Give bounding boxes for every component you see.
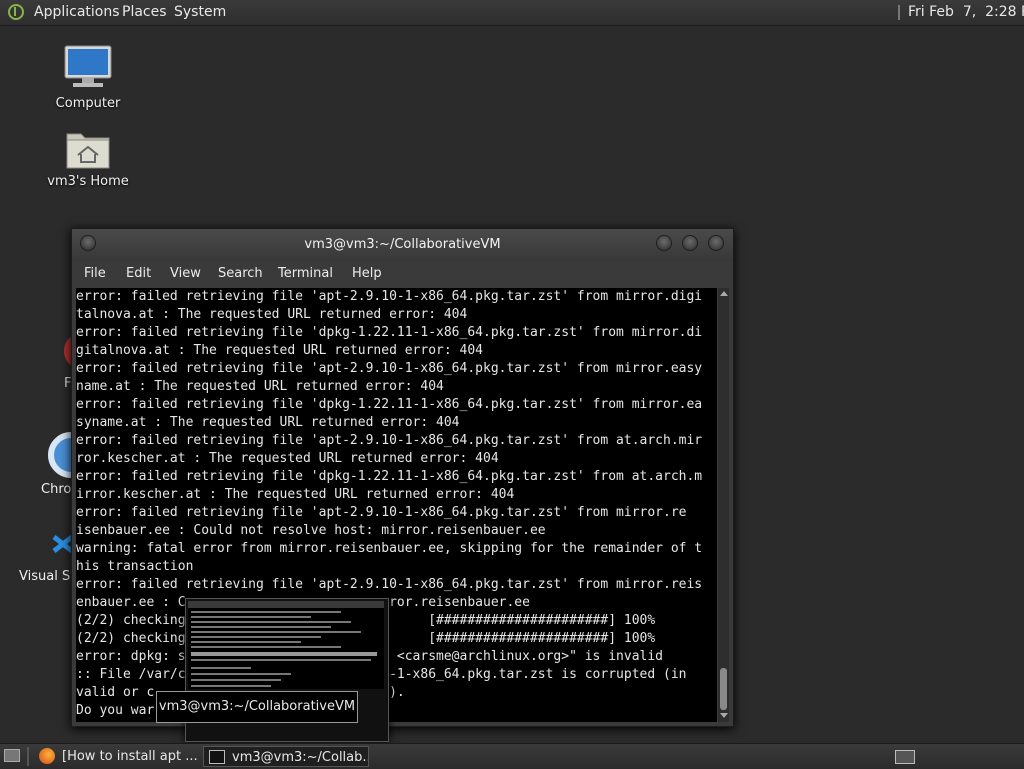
desktop-icon-label: Visual Stu [19,569,72,584]
window-titlebar[interactable]: vm3@vm3:~/CollaborativeVM [72,229,733,261]
menu-file[interactable]: File [84,266,106,281]
terminal-line: his transaction [76,559,194,574]
preview-text [191,652,377,656]
scroll-up-icon[interactable] [720,291,728,296]
top-panel: Applications Places System Fri Feb 7, 2:… [0,0,1024,26]
menu-edit[interactable]: Edit [126,266,151,281]
show-desktop-icon[interactable] [4,749,20,762]
preview-text [191,667,251,669]
mate-logo-icon[interactable] [8,4,24,20]
panel-separator [898,5,900,20]
terminal-line: error: dpkg: s tad <carsme@archlinux.org… [76,649,663,664]
preview-text [191,616,311,618]
terminal-line: error: failed retrieving file 'dpkg-1.22… [76,325,703,340]
menu-help[interactable]: Help [352,266,382,281]
applications-menu[interactable]: Applications [34,0,120,25]
preview-text [191,685,271,687]
window-title: vm3@vm3:~/CollaborativeVM [304,237,501,252]
taskbar-item-firefox[interactable]: [How to install apt ... [34,746,200,767]
desktop-icon-vscode[interactable]: Visual Stu [18,525,72,589]
desktop-icon-label: Chro [41,482,72,497]
close-icon[interactable] [708,235,724,251]
terminal-line: syname.at : The requested URL returned e… [76,415,460,430]
terminal-scrollbar[interactable] [718,288,729,722]
terminal-line: :: File /var/c .11-1-x86_64.pkg.tar.zst … [76,667,687,682]
preview-text [191,646,341,648]
preview-menubar [188,601,384,608]
terminal-line: gitalnova.at : The requested URL returne… [76,343,483,358]
terminal-line: ror.kescher.at : The requested URL retur… [76,451,499,466]
computer-icon [64,45,112,87]
taskbar-item-terminal[interactable]: vm3@vm3:~/Collab... [203,746,369,767]
terminal-line: (2/2) checking [######################] … [76,631,656,646]
desktop-icon-home[interactable]: vm3's Home [44,128,132,189]
vscode-icon [52,535,72,553]
terminal-line: error: failed retrieving file 'apt-2.9.1… [76,505,687,520]
desktop-icon-computer[interactable]: Computer [48,44,128,111]
desktop-icon-label: Computer [55,96,121,111]
scrollbar-thumb[interactable] [720,668,727,710]
terminal-line: enbauer.ee : C rror.reisenbauer.ee [76,595,530,610]
bottom-panel: [How to install apt ... vm3@vm3:~/Collab… [0,743,1024,769]
window-preview[interactable]: vm3@vm3:~/CollaborativeVM [156,598,389,742]
preview-thumbnail [188,601,384,689]
terminal-line: (2/2) checking [######################] … [76,613,656,628]
maximize-icon[interactable] [682,235,698,251]
firefox-icon [39,748,55,764]
menu-search[interactable]: Search [218,266,263,281]
terminal-line: name.at : The requested URL returned err… [76,379,444,394]
preview-label: vm3@vm3:~/CollaborativeVM [156,691,358,723]
preview-text [191,659,371,661]
preview-text [191,626,331,628]
preview-text [191,621,351,623]
terminal-line: error: failed retrieving file 'dpkg-1.22… [76,469,703,484]
workspace-switcher-icon[interactable] [895,750,915,764]
terminal-line: error: failed retrieving file 'apt-2.9.1… [76,361,703,376]
terminal-line: error: failed retrieving file 'apt-2.9.1… [76,289,703,304]
menu-view[interactable]: View [170,266,201,281]
preview-text [191,641,301,643]
panel-separator [27,747,29,766]
terminal-line: talnova.at : The requested URL returned … [76,307,468,322]
preview-text [191,636,321,638]
places-menu[interactable]: Places [122,0,167,25]
preview-text [191,611,341,613]
chromium-icon [48,432,72,478]
home-folder-icon [66,133,110,169]
terminal-line: isenbauer.ee : Could not resolve host: m… [76,523,546,538]
terminal-window[interactable]: vm3@vm3:~/CollaborativeVM File Edit View… [71,228,734,727]
minimize-icon[interactable] [656,235,672,251]
preview-text [191,631,361,633]
terminal-line: error: failed retrieving file 'apt-2.9.1… [76,433,703,448]
taskbar-item-label: vm3@vm3:~/Collab... [232,750,369,765]
terminal-menubar: File Edit View Search Terminal Help [72,261,733,287]
terminal-line: error: failed retrieving file 'apt-2.9.1… [76,577,703,592]
terminal-line: error: failed retrieving file 'dpkg-1.22… [76,397,703,412]
desktop-icon-label: vm3's Home [47,174,129,189]
system-menu[interactable]: System [174,0,226,25]
menu-terminal[interactable]: Terminal [278,266,333,281]
terminal-output[interactable]: error: failed retrieving file 'apt-2.9.1… [76,288,717,722]
terminal-icon [209,750,225,764]
preview-text [191,679,281,681]
terminal-line: irror.kescher.at : The requested URL ret… [76,487,515,502]
desktop-icon-chromium[interactable]: Chro [38,430,72,500]
clock[interactable]: Fri Feb 7, 2:28 PM [908,0,1024,25]
taskbar-item-label: [How to install apt ... [62,749,198,764]
scroll-down-icon[interactable] [720,713,728,718]
preview-text [191,673,291,675]
terminal-line: warning: fatal error from mirror.reisenb… [76,541,703,556]
